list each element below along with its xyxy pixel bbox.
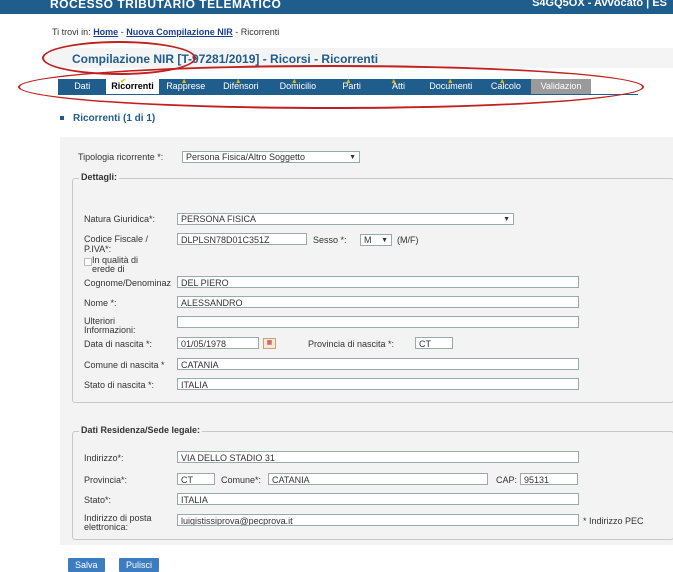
nome-label: Nome *:	[84, 298, 117, 308]
provincia-label: Provincia*:	[84, 475, 128, 485]
breadcrumb: Ti trovi in: Home - Nuova Compilazione N…	[52, 27, 279, 37]
indirizzo-label: Indirizzo*:	[84, 453, 124, 463]
user-info[interactable]: S4GQ5OX - Avvocato | ES	[532, 0, 667, 9]
tipologia-value: Persona Fisica/Altro Soggetto	[186, 152, 306, 162]
sesso-select[interactable]: M ▼	[360, 234, 392, 246]
nome-input[interactable]: ALESSANDRO	[177, 296, 579, 308]
comune-nascita-label: Comune di nascita *	[84, 360, 165, 370]
app-header: ROCESSO TRIBUTARIO TELEMATICO S4GQ5OX - …	[0, 0, 673, 14]
natura-label: Natura Giuridica*:	[84, 214, 156, 224]
breadcrumb-separator: -	[118, 27, 127, 37]
section-title: Ricorrenti (1 di 1)	[73, 113, 156, 124]
prov-nascita-label: Provincia di nascita *:	[308, 339, 395, 349]
cap-input[interactable]: 95131	[520, 473, 578, 485]
pec-input[interactable]: luigistissiprova@pecprova.it	[177, 514, 579, 526]
breadcrumb-home-link[interactable]: Home	[93, 27, 118, 37]
residenza-legend: Dati Residenza/Sede legale:	[79, 425, 203, 435]
natura-value: PERSONA FISICA	[181, 214, 257, 224]
cap-label: CAP:	[496, 475, 518, 485]
stato-label: Stato*:	[84, 495, 112, 505]
tipologia-select[interactable]: Persona Fisica/Altro Soggetto ▼	[182, 151, 360, 163]
app-title: ROCESSO TRIBUTARIO TELEMATICO	[50, 0, 282, 11]
chevron-down-icon: ▼	[503, 216, 510, 223]
cf-input[interactable]: DLPLSN78D01C351Z	[177, 233, 307, 245]
stato-nascita-label: Stato di nascita *:	[84, 380, 155, 390]
cognome-input[interactable]: DEL PIERO	[177, 276, 579, 288]
tipologia-label: Tipologia ricorrente *:	[78, 152, 164, 162]
natura-select[interactable]: PERSONA FISICA ▼	[177, 213, 514, 225]
breadcrumb-prefix: Ti trovi in:	[52, 27, 91, 37]
erede-checkbox[interactable]	[84, 258, 92, 266]
pec-label: Indirizzo di posta elettronica:	[84, 513, 152, 532]
chevron-down-icon: ▼	[349, 154, 356, 161]
bullet-icon	[60, 116, 64, 121]
stato-input[interactable]: ITALIA	[177, 493, 579, 505]
clear-button[interactable]: Pulisci	[119, 558, 160, 572]
chevron-down-icon: ▼	[381, 237, 388, 244]
breadcrumb-nir-link[interactable]: Nuova Compilazione NIR	[126, 27, 233, 37]
prov-nascita-input[interactable]: CT	[415, 337, 453, 349]
section-heading: Ricorrenti (1 di 1)	[60, 113, 155, 124]
stato-nascita-input[interactable]: ITALIA	[177, 378, 579, 390]
breadcrumb-current: Ricorrenti	[240, 27, 280, 37]
highlight-ellipse-tabs	[18, 65, 644, 109]
data-nascita-label: Data di nascita *:	[84, 339, 153, 349]
indirizzo-input[interactable]: VIA DELLO STADIO 31	[177, 451, 579, 463]
comune-nascita-input[interactable]: CATANIA	[177, 358, 579, 370]
erede-label: In qualità di erede di	[92, 255, 139, 274]
save-button[interactable]: Salva	[68, 558, 105, 572]
pec-hint: * Indirizzo PEC	[583, 516, 644, 526]
sesso-label: Sesso *:	[313, 235, 347, 245]
cf-label: Codice Fiscale / P.IVA*:	[84, 234, 149, 254]
provincia-input[interactable]: CT	[177, 473, 215, 485]
cognome-label: Cognome/Denominaz	[84, 278, 172, 288]
dettagli-legend: Dettagli:	[79, 172, 119, 182]
ulteriori-label: Ulteriori Informazioni:	[84, 316, 136, 335]
data-nascita-input[interactable]: 01/05/1978	[177, 337, 259, 349]
breadcrumb-separator: -	[232, 27, 241, 37]
sesso-hint: (M/F)	[397, 235, 419, 245]
comune-label: Comune*:	[221, 475, 262, 485]
sesso-value: M	[364, 235, 372, 245]
comune-input[interactable]: CATANIA	[268, 473, 488, 485]
ulteriori-input[interactable]	[177, 316, 579, 328]
calendar-icon[interactable]: ▦	[263, 338, 276, 349]
